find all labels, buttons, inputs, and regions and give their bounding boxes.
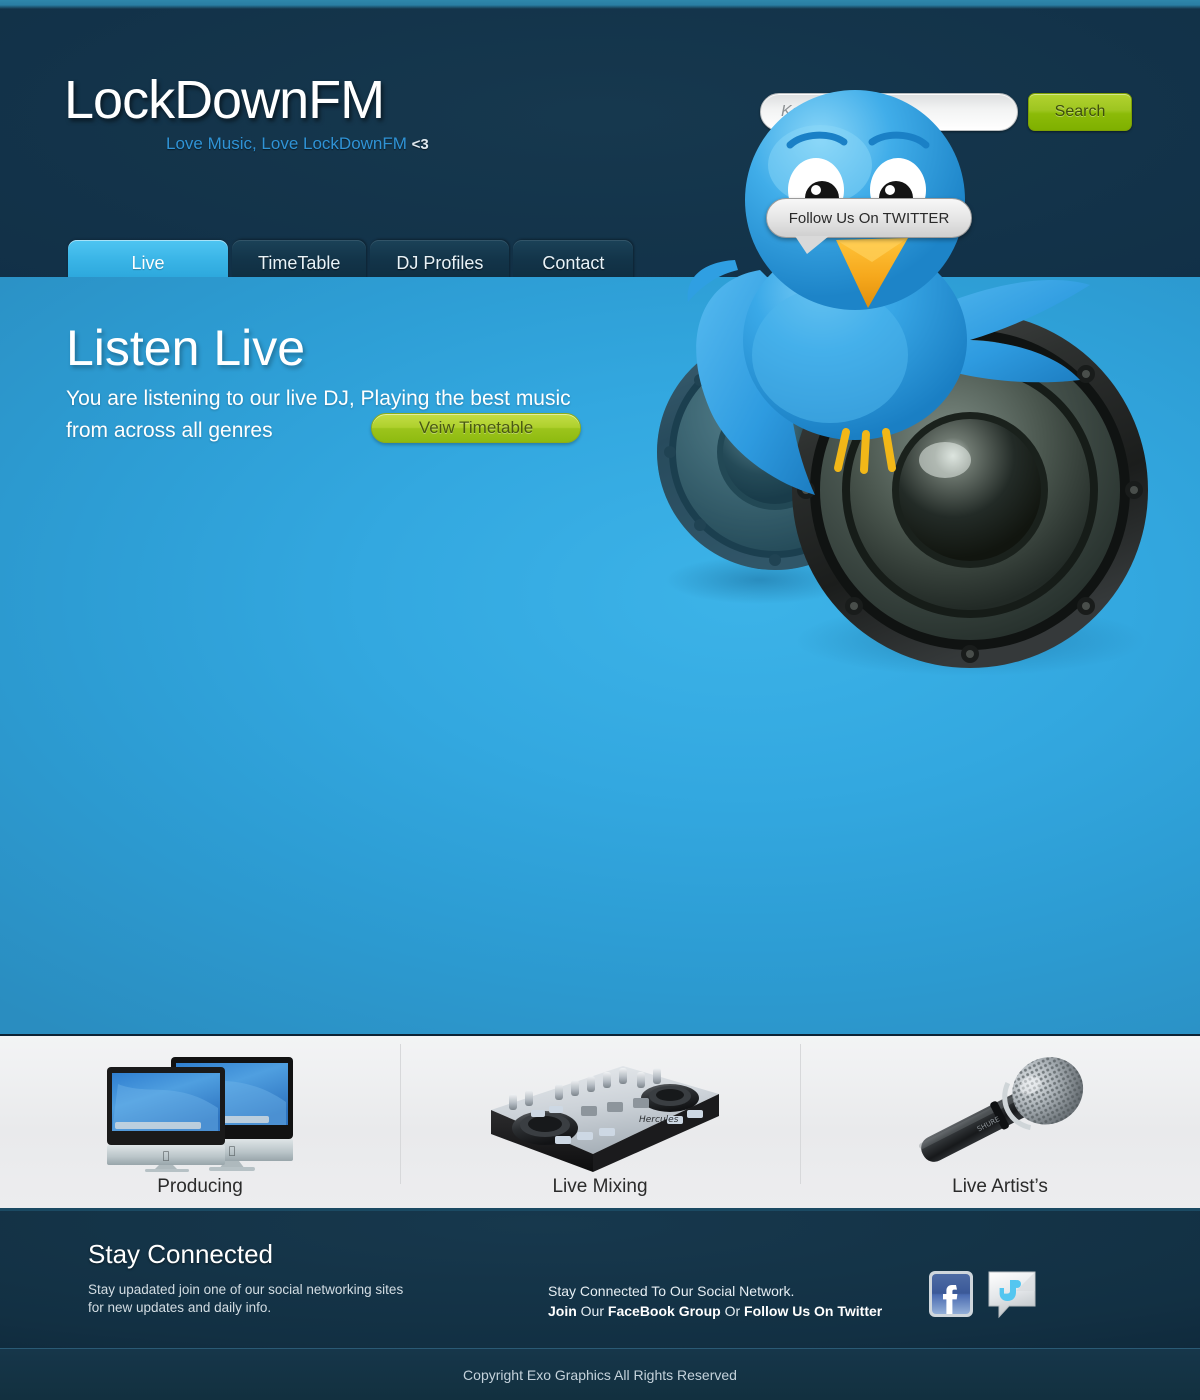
microphone-image: SHURE	[895, 1054, 1105, 1172]
tab-contact[interactable]: Contact	[513, 240, 634, 277]
social-facebook-link[interactable]: FaceBook Group	[608, 1303, 721, 1319]
twitter-icon[interactable]	[986, 1268, 1038, 1320]
page-root: LockDownFM Love Music, Love LockDownFM <…	[0, 0, 1200, 1400]
site-tagline: Love Music, Love LockDownFM <3	[166, 134, 429, 154]
footer-description: Stay upadated join one of our social net…	[88, 1281, 438, 1317]
svg-text:Hercules: Hercules	[639, 1115, 679, 1125]
social-icon-group	[928, 1268, 1038, 1320]
footer-description-line2: for new updates and daily info.	[88, 1300, 272, 1315]
footer-description-line1: Stay upadated join one of our social net…	[88, 1282, 404, 1297]
copyright-text: Copyright Exo Graphics All Rights Reserv…	[463, 1366, 737, 1383]
social-twitter-link[interactable]: Follow Us On Twitter	[744, 1303, 882, 1319]
social-line-1: Stay Connected To Our Social Network.	[548, 1283, 795, 1299]
features-strip:   Producing	[0, 1034, 1200, 1208]
hero-title: Listen Live	[66, 320, 306, 376]
facebook-icon[interactable]	[928, 1268, 974, 1320]
social-our-text: Our	[576, 1303, 608, 1319]
tab-live[interactable]: Live	[68, 240, 228, 277]
tab-timetable[interactable]: TimeTable	[232, 240, 367, 277]
feature-live-artists[interactable]: SHURE Live Artist’s	[800, 1036, 1200, 1208]
svg-text:: 	[163, 1149, 170, 1162]
dj-controller-image: Hercules	[473, 1054, 727, 1172]
feature-producing[interactable]:   Producing	[0, 1036, 400, 1208]
feature-label-live-artists: Live Artist’s	[952, 1176, 1048, 1197]
feature-live-mixing[interactable]: Hercules Live Mixing	[400, 1036, 800, 1208]
twitter-speech-bubble[interactable]: Follow Us On TWITTER	[766, 198, 972, 254]
feature-label-live-mixing: Live Mixing	[552, 1176, 648, 1197]
hero-artwork	[640, 0, 1200, 700]
svg-text:: 	[229, 1144, 236, 1157]
tab-dj-profiles[interactable]: DJ Profiles	[370, 240, 510, 277]
imac-computers-image:  	[93, 1054, 307, 1172]
social-or-text: Or	[720, 1303, 745, 1319]
footer-social-text: Stay Connected To Our Social Network. Jo…	[548, 1281, 908, 1321]
main-nav-tabs: Live TimeTable DJ Profiles Contact	[68, 240, 637, 277]
tagline-heart: <3	[411, 136, 429, 153]
social-join-link[interactable]: Join	[548, 1303, 577, 1319]
view-timetable-button[interactable]: Veiw Timetable	[371, 413, 581, 443]
footer-title: Stay Connected	[88, 1239, 274, 1269]
copyright-bar: Copyright Exo Graphics All Rights Reserv…	[0, 1348, 1200, 1400]
feature-label-producing: Producing	[157, 1176, 243, 1197]
tagline-text: Love Music, Love LockDownFM	[166, 134, 407, 153]
imac-front: 	[107, 1067, 225, 1172]
site-logo: LockDownFM	[64, 70, 385, 130]
